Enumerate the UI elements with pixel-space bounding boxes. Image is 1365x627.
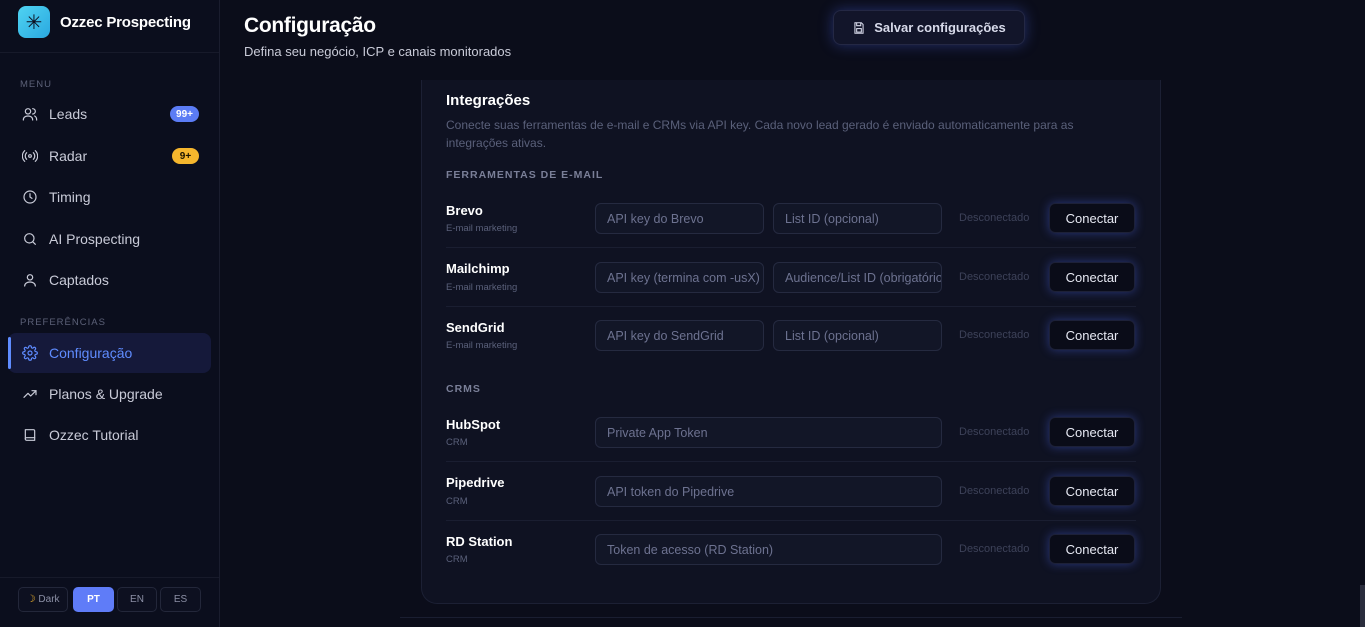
connection-status: Desconectado — [959, 271, 1030, 283]
sidebar-item-planos-upgrade[interactable]: Planos & Upgrade — [8, 374, 211, 414]
divider — [446, 306, 1136, 307]
divider — [446, 461, 1136, 462]
save-icon — [854, 21, 864, 34]
integrations-title: Integrações — [446, 92, 531, 109]
connection-status: Desconectado — [959, 329, 1030, 341]
clock-icon — [22, 189, 38, 205]
integrations-description: Conecte suas ferramentas de e-mail e CRM… — [446, 118, 1074, 150]
integration-type: CRM — [446, 437, 468, 448]
sidebar: ✳ Ozzec Prospecting MENU Leads 99+ Radar… — [0, 0, 220, 627]
user-icon — [22, 272, 38, 288]
sidebar-item-label: AI Prospecting — [49, 231, 141, 247]
connect-brevo-button[interactable]: Conectar — [1049, 203, 1135, 233]
sidebar-item-captados[interactable]: Captados — [8, 260, 211, 300]
sendgrid-list-id-input[interactable]: List ID (opcional) — [773, 320, 942, 351]
divider — [0, 52, 219, 53]
brand-name: Ozzec Prospecting — [60, 13, 191, 31]
hubspot-token-input[interactable]: Private App Token — [595, 417, 942, 448]
integration-name-sendgrid: SendGrid — [446, 320, 505, 335]
leads-count-badge: 99+ — [170, 106, 199, 122]
connection-status: Desconectado — [959, 212, 1030, 224]
connect-mailchimp-button[interactable]: Conectar — [1049, 262, 1135, 292]
moon-icon: ☽ — [26, 594, 36, 605]
integration-name-pipedrive: Pipedrive — [446, 475, 505, 490]
sidebar-item-label: Configuração — [49, 345, 133, 361]
sidebar-item-leads[interactable]: Leads 99+ — [8, 94, 211, 134]
sendgrid-api-key-input[interactable]: API key do SendGrid — [595, 320, 764, 351]
divider — [0, 577, 219, 578]
language-es-button[interactable]: ES — [160, 587, 201, 612]
sidebar-item-label: Ozzec Tutorial — [49, 427, 139, 443]
app-root: ✳ Ozzec Prospecting MENU Leads 99+ Radar… — [0, 0, 1365, 627]
sidebar-item-label: Planos & Upgrade — [49, 386, 163, 402]
connect-sendgrid-button[interactable]: Conectar — [1049, 320, 1135, 350]
section-label-menu: MENU — [20, 79, 52, 90]
save-settings-button[interactable]: Salvar configurações — [833, 10, 1025, 45]
sidebar-item-label: Captados — [49, 272, 109, 288]
brevo-list-id-input[interactable]: List ID (opcional) — [773, 203, 942, 234]
connect-pipedrive-button[interactable]: Conectar — [1049, 476, 1135, 506]
integration-name-brevo: Brevo — [446, 203, 483, 218]
integration-type: CRM — [446, 554, 468, 565]
language-pt-button[interactable]: PT — [73, 587, 114, 612]
rd-station-token-input[interactable]: Token de acesso (RD Station) — [595, 534, 942, 565]
users-icon — [22, 106, 38, 122]
brand[interactable]: ✳ Ozzec Prospecting — [18, 6, 191, 38]
sidebar-item-label: Timing — [49, 189, 91, 205]
sidebar-item-configuracao[interactable]: Configuração — [8, 333, 211, 373]
integration-name-hubspot: HubSpot — [446, 417, 501, 432]
integration-name-mailchimp: Mailchimp — [446, 261, 510, 276]
pipedrive-token-input[interactable]: API token do Pipedrive — [595, 476, 942, 507]
email-tools-group-label: FERRAMENTAS DE E-MAIL — [446, 169, 604, 181]
divider — [446, 520, 1136, 521]
book-icon — [22, 427, 38, 443]
integration-type: E-mail marketing — [446, 282, 518, 293]
page-title: Configuração — [244, 14, 376, 37]
brevo-api-key-input[interactable]: API key do Brevo — [595, 203, 764, 234]
sidebar-item-timing[interactable]: Timing — [8, 177, 211, 217]
crms-group-label: CRMS — [446, 383, 481, 395]
save-settings-label: Salvar configurações — [874, 20, 1006, 35]
theme-toggle-button[interactable]: ☽ Dark — [18, 587, 68, 612]
radar-count-badge: 9+ — [172, 148, 199, 164]
mailchimp-api-key-input[interactable]: API key (termina com -usX) — [595, 262, 764, 293]
logo-icon: ✳ — [18, 6, 50, 38]
integration-type: E-mail marketing — [446, 223, 518, 234]
integration-type: CRM — [446, 496, 468, 507]
scrollbar[interactable] — [1360, 585, 1365, 627]
sidebar-item-ozzec-tutorial[interactable]: Ozzec Tutorial — [8, 415, 211, 455]
mailchimp-audience-id-input[interactable]: Audience/List ID (obrigatório) — [773, 262, 942, 293]
connection-status: Desconectado — [959, 485, 1030, 497]
page-subtitle: Defina seu negócio, ICP e canais monitor… — [244, 44, 512, 59]
divider — [446, 247, 1136, 248]
gear-icon — [22, 345, 38, 361]
trending-up-icon — [22, 386, 38, 402]
connect-rd-station-button[interactable]: Conectar — [1049, 534, 1135, 564]
search-icon — [22, 231, 38, 247]
divider — [400, 617, 1182, 618]
sidebar-item-label: Leads — [49, 106, 88, 122]
theme-label: Dark — [38, 594, 60, 605]
integration-name-rd-station: RD Station — [446, 534, 513, 549]
sidebar-item-radar[interactable]: Radar 9+ — [8, 136, 211, 176]
section-label-preferences: PREFERÊNCIAS — [20, 317, 106, 328]
connection-status: Desconectado — [959, 426, 1030, 438]
radar-icon — [22, 148, 38, 164]
sidebar-item-label: Radar — [49, 148, 88, 164]
language-en-button[interactable]: EN — [117, 587, 157, 612]
connection-status: Desconectado — [959, 543, 1030, 555]
sidebar-item-ai-prospecting[interactable]: AI Prospecting — [8, 219, 211, 259]
connect-hubspot-button[interactable]: Conectar — [1049, 417, 1135, 447]
integration-type: E-mail marketing — [446, 340, 518, 351]
